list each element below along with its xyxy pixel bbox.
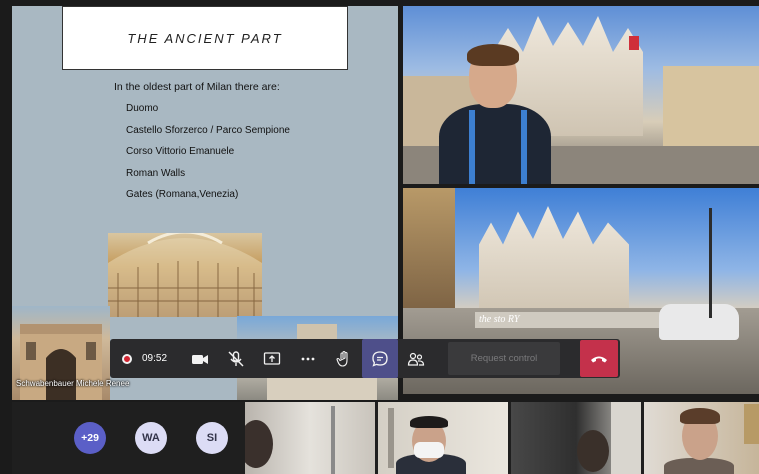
background-fixture [331,406,335,474]
participant-hair [410,416,448,428]
mic-muted-icon [228,350,244,367]
participant-face [577,430,609,472]
camera-button[interactable] [182,339,218,378]
raise-hand-button[interactable] [326,339,362,378]
meeting-toolbar: 09:52 Request control [110,339,620,378]
overflow-participants-button[interactable]: +29 [74,422,106,454]
lamp-post [709,208,712,318]
slide-list-item: Castello Sforzerco / Parco Sempione [126,124,290,136]
background-fixture [388,408,394,468]
hang-up-button[interactable] [580,340,618,377]
record-icon [122,353,132,364]
sign-text: the sto RY [479,314,520,325]
presenter-name: Schwabenbauer Michele Renee [16,379,130,388]
slide-list-item: Roman Walls [126,167,186,179]
participant-hair [680,408,720,424]
slide-list-item: Corso Vittorio Emanuele [126,146,235,157]
slide-title-box: THE ANCIENT PART [62,6,348,70]
duomo-facade [479,206,629,316]
slide-intro: In the oldest part of Milan there are: [114,81,280,93]
chat-button[interactable] [362,339,398,378]
chat-icon [372,350,388,367]
slide-list: Duomo Castello Sforzerco / Parco Sempion… [126,103,290,211]
avatar[interactable]: SI [196,422,228,454]
building-left [403,188,455,318]
camera-icon [192,354,208,364]
galleria-photo [108,233,262,317]
recording-timer: 09:52 [110,339,182,378]
video-tile-participant[interactable] [403,6,759,184]
avatar-row: +29 WA SI [74,422,228,454]
mic-button[interactable] [218,339,254,378]
wall-frame [744,404,759,444]
raise-hand-icon [336,350,348,367]
participant-face [245,420,273,468]
slide-list-item: Gates (Romana,Venezia) [126,189,239,200]
slide-title: THE ANCIENT PART [127,30,283,46]
video-thumbnail[interactable] [511,402,641,474]
car [659,304,739,340]
video-thumbnail[interactable] [644,402,759,474]
window-light [611,402,641,474]
slide-list-item: Duomo [126,103,159,114]
meeting-window: THE ANCIENT PART In the oldest part of M… [0,0,759,474]
participants-button[interactable] [398,339,434,378]
hang-up-icon [591,356,607,362]
more-actions-button[interactable] [290,339,326,378]
red-sign-icon [629,36,639,50]
backpack-strap [521,110,527,184]
face-mask [414,442,444,458]
participants-icon [407,352,425,366]
participant-body [439,104,551,184]
participant-strip: +29 WA SI [12,402,759,474]
backpack-strap [469,110,475,184]
participant-hair [467,44,519,66]
avatar[interactable]: WA [135,422,167,454]
video-thumbnail[interactable] [378,402,508,474]
timer-text: 09:52 [142,353,168,364]
participant-person [439,44,551,184]
building-right [663,66,759,146]
request-control-button[interactable]: Request control [448,342,560,375]
more-icon [301,357,315,360]
share-screen-button[interactable] [254,339,290,378]
share-screen-icon [263,351,281,365]
participant-body [664,458,734,474]
video-thumbnail[interactable] [245,402,375,474]
